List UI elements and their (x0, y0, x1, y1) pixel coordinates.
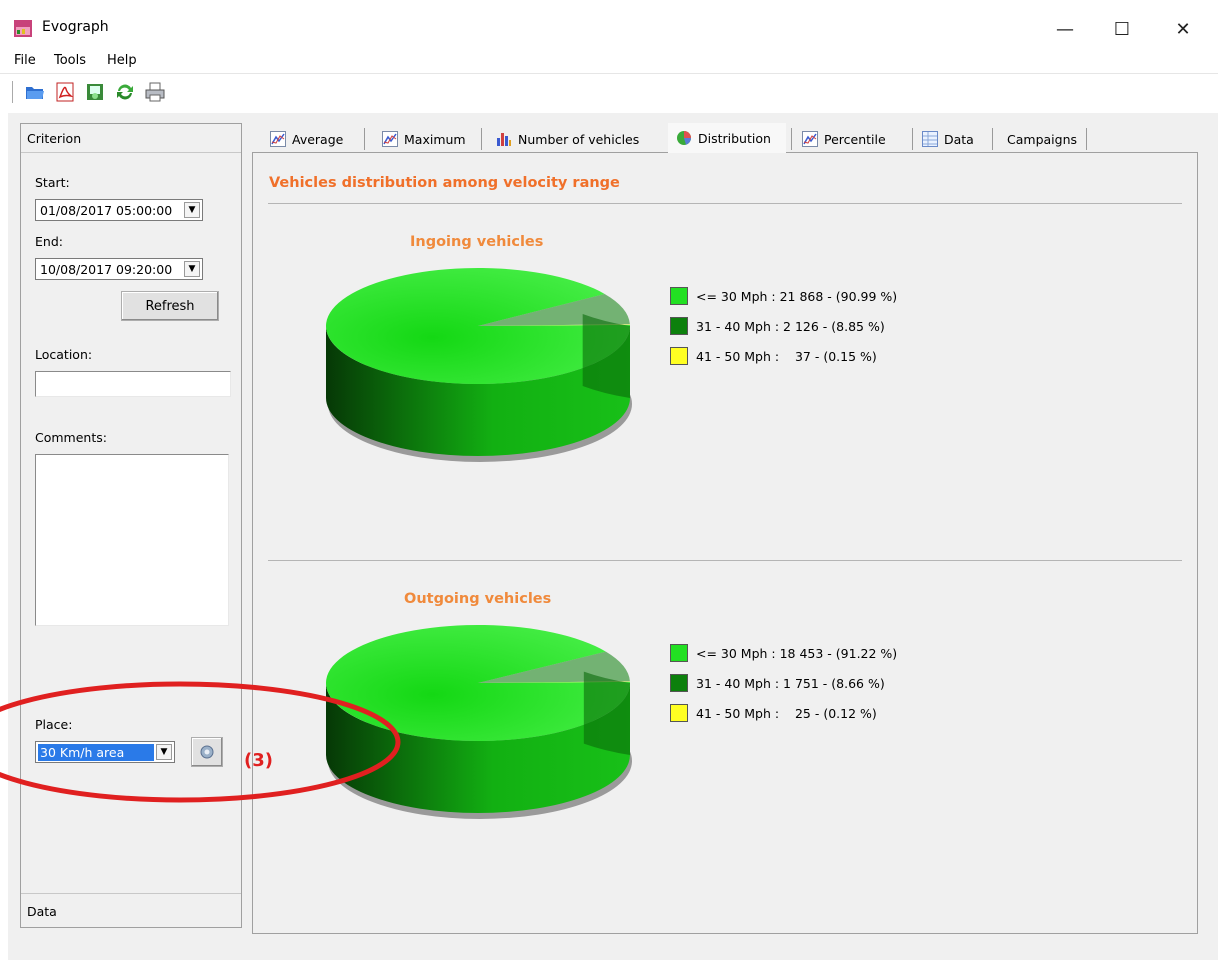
annotation-label: (3) (244, 750, 273, 771)
annotation-overlay (0, 681, 401, 803)
annotation-ellipse (0, 681, 401, 803)
